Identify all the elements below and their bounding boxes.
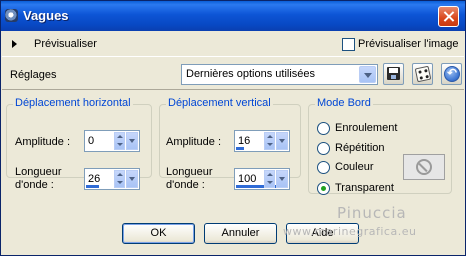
chevron-down-icon[interactable] <box>276 170 288 188</box>
value-slider-bar[interactable] <box>236 147 244 150</box>
group-title: Déplacement vertical <box>166 97 273 109</box>
chevron-down-icon[interactable] <box>359 66 376 83</box>
amplitude-label: Amplitude : <box>166 136 222 148</box>
value-slider-bar[interactable] <box>86 185 99 188</box>
ok-button[interactable]: OK <box>122 223 195 244</box>
radio-button-selected[interactable] <box>317 182 330 195</box>
radio-button[interactable] <box>317 142 330 155</box>
spin-value: 16 <box>238 135 251 147</box>
close-button[interactable] <box>438 6 459 27</box>
wavelength-label-line1: Longueur <box>166 166 213 178</box>
dice-icon <box>414 65 432 83</box>
randomize-button[interactable] <box>412 63 433 85</box>
spin-up-icon[interactable] <box>267 135 273 138</box>
vertical-displacement-group: Déplacement vertical Amplitude : 16 Long… <box>159 97 301 191</box>
radio-label[interactable]: Transparent <box>335 182 394 194</box>
wavelength-label-line1: Longueur <box>15 166 62 178</box>
radio-label[interactable]: Enroulement <box>335 122 397 134</box>
save-preset-button[interactable] <box>383 63 404 85</box>
vertical-wavelength-input[interactable]: 100 <box>234 168 290 190</box>
horizontal-wavelength-input[interactable]: 26 <box>84 168 140 190</box>
spinner-buttons[interactable] <box>264 132 275 150</box>
watermark-url: www.marinegrafica.eu <box>283 225 417 238</box>
presets-label: Réglages <box>10 69 57 81</box>
radio-button[interactable] <box>317 161 330 174</box>
spin-up-icon[interactable] <box>117 135 123 138</box>
reset-button[interactable] <box>441 63 462 85</box>
vagues-dialog: Vagues Prévisualiser Prévisualiser l'ima… <box>0 0 466 256</box>
preview-toggle-label[interactable]: Prévisualiser <box>34 38 97 50</box>
spinner-buttons[interactable] <box>114 132 125 150</box>
expand-triangle-icon[interactable] <box>12 40 17 48</box>
horizontal-displacement-group: Déplacement horizontal Amplitude : 0 Lon… <box>6 97 152 191</box>
wavelength-label-line2: d'onde : <box>166 179 205 191</box>
edge-mode-group: Mode Bord Enroulement Répétition Couleur… <box>308 97 452 195</box>
spin-down-icon[interactable] <box>267 143 273 146</box>
spin-value: 100 <box>238 173 257 185</box>
radio-label[interactable]: Répétition <box>335 142 385 154</box>
preview-bar: Prévisualiser Prévisualiser l'image <box>2 31 464 57</box>
spinner-buttons[interactable] <box>114 170 125 188</box>
chevron-down-icon[interactable] <box>126 132 138 150</box>
horizontal-amplitude-input[interactable]: 0 <box>84 130 140 152</box>
chevron-down-icon[interactable] <box>276 132 288 150</box>
preview-image-label[interactable]: Prévisualiser l'image <box>358 38 459 50</box>
spinner-buttons[interactable] <box>264 170 275 188</box>
spin-down-icon[interactable] <box>117 181 123 184</box>
radio-button[interactable] <box>317 122 330 135</box>
group-title: Déplacement horizontal <box>13 97 133 109</box>
no-color-icon <box>416 159 432 175</box>
presets-dropdown[interactable]: Dernières options utilisées <box>181 64 378 85</box>
cancel-button[interactable]: Annuler <box>204 223 277 244</box>
spin-value: 26 <box>88 173 101 185</box>
color-swatch[interactable] <box>403 154 445 180</box>
spin-up-icon[interactable] <box>117 173 123 176</box>
radio-label[interactable]: Couleur <box>335 161 374 173</box>
vertical-amplitude-input[interactable]: 16 <box>234 130 290 152</box>
app-icon <box>5 9 18 22</box>
watermark-name: Pinuccia <box>337 204 407 222</box>
spin-down-icon[interactable] <box>267 181 273 184</box>
group-title: Mode Bord <box>315 97 373 109</box>
title-bar[interactable]: Vagues <box>1 1 465 31</box>
preview-image-checkbox[interactable] <box>342 38 355 51</box>
amplitude-label: Amplitude : <box>15 136 71 148</box>
save-icon <box>387 67 400 80</box>
presets-bar: Réglages Dernières options utilisées <box>2 58 464 90</box>
window-title: Vagues <box>23 8 69 23</box>
chevron-down-icon[interactable] <box>126 170 138 188</box>
spin-down-icon[interactable] <box>117 143 123 146</box>
spin-up-icon[interactable] <box>267 173 273 176</box>
reset-icon <box>444 66 460 82</box>
spin-value: 0 <box>88 135 95 147</box>
presets-selected-value: Dernières options utilisées <box>186 68 316 80</box>
wavelength-label-line2: d'onde : <box>15 179 54 191</box>
